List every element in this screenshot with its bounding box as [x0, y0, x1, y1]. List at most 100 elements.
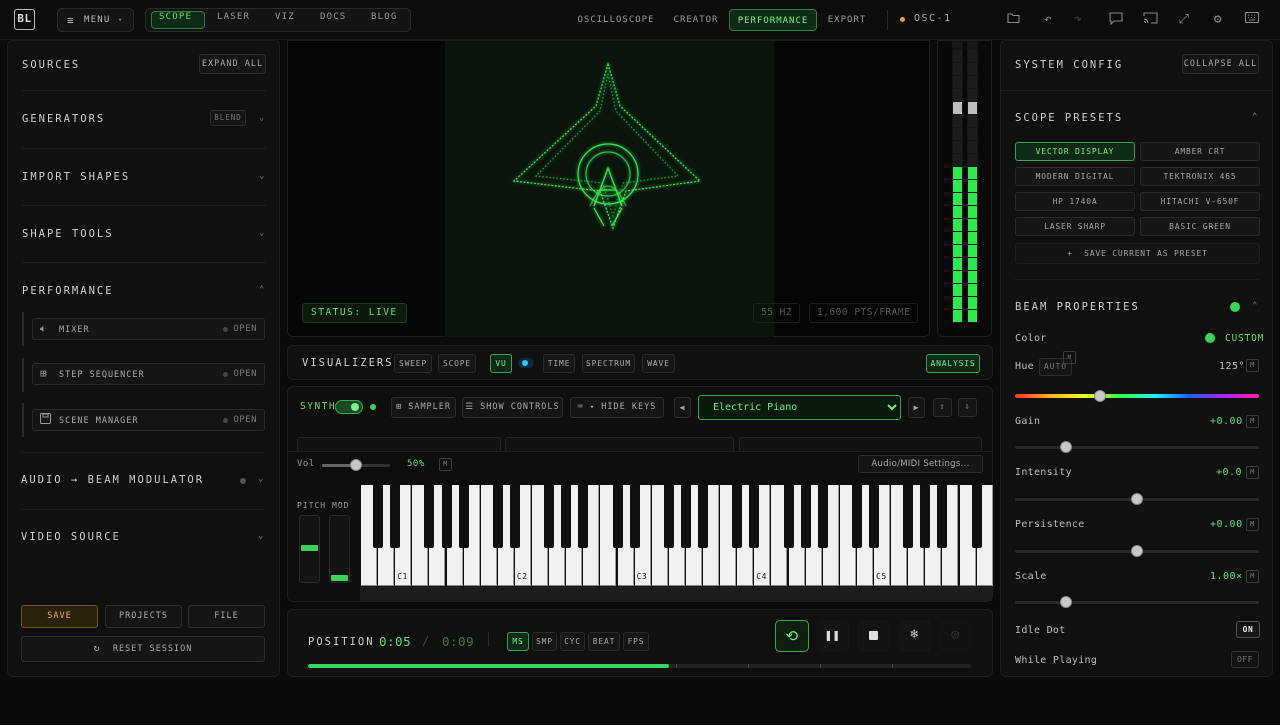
- save-button[interactable]: SAVE: [21, 605, 98, 628]
- intensity-slider[interactable]: [1015, 493, 1259, 505]
- intensity-midi-badge[interactable]: M: [1246, 466, 1259, 479]
- mode-export[interactable]: EXPORT: [822, 9, 872, 31]
- sampler-button[interactable]: ⊞ SAMPLER: [391, 397, 456, 418]
- performance-header[interactable]: PERFORMANCE: [22, 285, 114, 297]
- chat-icon[interactable]: [1108, 12, 1124, 28]
- scope-presets-header[interactable]: SCOPE PRESETS: [1015, 112, 1123, 124]
- viz-time-button[interactable]: TIME: [543, 354, 575, 373]
- keyboard-icon[interactable]: [1244, 12, 1260, 28]
- scope-display[interactable]: STATUS: LIVE 55 HZ 1,600 PTS/FRAME: [287, 40, 930, 337]
- piano-black-key[interactable]: [937, 485, 948, 548]
- piano-black-key[interactable]: [441, 485, 452, 548]
- fullscreen-icon[interactable]: ⤢: [1176, 12, 1192, 28]
- nav-scope[interactable]: SCOPE: [159, 12, 192, 22]
- viz-sweep-button[interactable]: SWEEP: [394, 354, 432, 373]
- piano-black-key[interactable]: [629, 485, 640, 548]
- pitch-wheel[interactable]: [299, 515, 320, 583]
- scale-midi-badge[interactable]: M: [1246, 570, 1259, 583]
- unit-smp-button[interactable]: SMP: [532, 632, 557, 651]
- freeze-button[interactable]: ❄: [898, 620, 931, 652]
- persistence-slider[interactable]: [1015, 545, 1259, 557]
- viz-spectrum-button[interactable]: SPECTRUM: [582, 354, 635, 373]
- preset-vector-display[interactable]: VECTOR DISPLAY: [1015, 142, 1135, 161]
- chevron-up-icon[interactable]: ⌃: [259, 285, 265, 295]
- analysis-button[interactable]: ANALYSIS: [926, 354, 980, 373]
- upload-button[interactable]: ⇧: [933, 398, 952, 417]
- stop-button[interactable]: [857, 620, 890, 652]
- hue-midi-badge[interactable]: M: [1063, 351, 1076, 364]
- performance-item-scene-manager[interactable]: SCENE MANAGER OPEN: [32, 409, 265, 431]
- persistence-midi-badge[interactable]: M: [1246, 518, 1259, 531]
- position-progress-track[interactable]: [308, 664, 971, 668]
- chevron-up-icon[interactable]: ⌃: [1252, 112, 1258, 122]
- performance-item-mixer[interactable]: 🔈︎ MIXER OPEN: [32, 318, 265, 340]
- redo-icon[interactable]: ↷: [1070, 12, 1086, 28]
- open-step-sequencer-link[interactable]: OPEN: [233, 369, 257, 379]
- nav-laser[interactable]: LASER: [217, 12, 250, 22]
- preset-laser-sharp[interactable]: LASER SHARP: [1015, 217, 1135, 236]
- unit-ms-button[interactable]: MS: [507, 632, 529, 651]
- piano-black-key[interactable]: [817, 485, 828, 548]
- volume-midi-badge[interactable]: M: [439, 458, 452, 471]
- shape-tools-header[interactable]: SHAPE TOOLS: [22, 228, 114, 240]
- piano-black-key[interactable]: [561, 485, 572, 548]
- download-button[interactable]: ⇩: [958, 398, 977, 417]
- instrument-select[interactable]: Electric Piano: [698, 395, 901, 420]
- menu-button[interactable]: ≡ MENU ▾: [57, 8, 134, 32]
- piano-black-key[interactable]: [492, 485, 503, 548]
- piano-black-key[interactable]: [390, 485, 401, 548]
- piano-black-key[interactable]: [424, 485, 435, 548]
- import-shapes-header[interactable]: IMPORT SHAPES: [22, 171, 130, 183]
- preset-hp-1740a[interactable]: HP 1740A: [1015, 192, 1135, 211]
- open-mixer-link[interactable]: OPEN: [233, 324, 257, 334]
- collapse-all-button[interactable]: COLLAPSE ALL: [1182, 54, 1259, 74]
- mode-creator[interactable]: CREATOR: [668, 9, 724, 31]
- cast-icon[interactable]: [1142, 12, 1158, 28]
- mode-oscilloscope[interactable]: OSCILLOSCOPE: [572, 9, 660, 31]
- synth-toggle[interactable]: [335, 400, 363, 414]
- hide-keys-button[interactable]: ⌨ ▾ HIDE KEYS: [570, 397, 664, 418]
- open-scene-manager-link[interactable]: OPEN: [233, 415, 257, 425]
- performance-item-step-sequencer[interactable]: ⊞ STEP SEQUENCER OPEN: [32, 363, 265, 385]
- piano-black-key[interactable]: [971, 485, 982, 548]
- while-playing-toggle[interactable]: OFF: [1231, 651, 1259, 668]
- volume-knob[interactable]: [350, 459, 362, 471]
- chevron-down-icon[interactable]: ⌄: [259, 113, 265, 123]
- reset-session-button[interactable]: ↻ RESET SESSION: [21, 636, 265, 662]
- piano-black-key[interactable]: [920, 485, 931, 548]
- piano-black-key[interactable]: [869, 485, 879, 548]
- volume-slider[interactable]: [322, 459, 390, 471]
- video-source-header[interactable]: VIDEO SOURCE: [21, 531, 121, 543]
- nav-docs[interactable]: DOCS: [320, 12, 346, 22]
- folder-icon[interactable]: [1005, 12, 1021, 28]
- nav-blog[interactable]: BLOG: [371, 12, 397, 22]
- show-controls-button[interactable]: ☰ SHOW CONTROLS: [462, 397, 563, 418]
- unit-fps-button[interactable]: FPS: [623, 632, 649, 651]
- blend-badge[interactable]: BLEND: [210, 110, 246, 126]
- beam-properties-header[interactable]: BEAM PROPERTIES: [1015, 301, 1140, 313]
- audio-midi-settings-button[interactable]: Audio/MIDI Settings...: [858, 455, 983, 473]
- mod-wheel[interactable]: [329, 515, 350, 583]
- piano-black-key[interactable]: [663, 485, 674, 548]
- scale-slider[interactable]: [1015, 596, 1259, 608]
- chevron-down-icon[interactable]: ⌄: [259, 228, 265, 238]
- next-instrument-button[interactable]: ▶: [908, 397, 925, 418]
- preset-hitachi-v650f[interactable]: HITACHI V-650F: [1140, 192, 1260, 211]
- viz-vu-button[interactable]: VU: [490, 354, 512, 373]
- piano-black-key[interactable]: [698, 485, 708, 548]
- preset-tektronix-465[interactable]: TEKTRONIX 465: [1140, 167, 1260, 186]
- chevron-down-icon[interactable]: ⌄: [259, 171, 265, 181]
- viz-scope-button[interactable]: SCOPE: [438, 354, 476, 373]
- chevron-down-icon[interactable]: ⌄: [258, 531, 264, 541]
- hue-slider[interactable]: [1015, 390, 1259, 402]
- piano-black-key[interactable]: [458, 485, 469, 548]
- preset-basic-green[interactable]: BASIC GREEN: [1140, 217, 1260, 236]
- piano-black-key[interactable]: [732, 485, 743, 548]
- piano-black-key[interactable]: [680, 485, 691, 548]
- chevron-down-icon[interactable]: ⌄: [258, 474, 264, 484]
- gain-midi-badge[interactable]: M: [1246, 415, 1259, 428]
- piano-black-key[interactable]: [903, 485, 914, 548]
- intensity-knob[interactable]: [1131, 493, 1143, 505]
- app-logo[interactable]: BL: [14, 9, 35, 30]
- unit-cyc-button[interactable]: CYC: [560, 632, 585, 651]
